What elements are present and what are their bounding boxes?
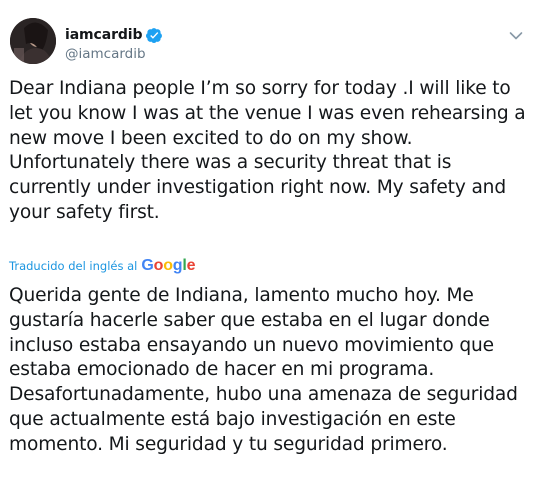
avatar[interactable] — [10, 18, 56, 64]
user-info: iamcardib @iamcardib — [65, 26, 163, 62]
google-logo[interactable]: Google — [141, 256, 195, 276]
translated-label[interactable]: Traducido del inglés al — [9, 259, 137, 273]
tweet-card: iamcardib @iamcardib Dear Indiana people… — [0, 0, 537, 491]
name-row: iamcardib — [65, 26, 163, 44]
user-handle[interactable]: @iamcardib — [65, 46, 163, 62]
tweet-text: Dear Indiana people I’m so sorry for tod… — [9, 78, 526, 223]
chevron-down-icon[interactable] — [509, 26, 523, 40]
verified-badge-icon — [146, 27, 163, 44]
translated-text: Querida gente de Indiana, lamento mucho … — [9, 285, 518, 455]
translation-attribution: Traducido del inglés al Google — [9, 256, 196, 276]
display-name[interactable]: iamcardib — [65, 27, 143, 43]
tweet-header: iamcardib @iamcardib — [10, 18, 527, 64]
avatar-image — [10, 18, 56, 64]
